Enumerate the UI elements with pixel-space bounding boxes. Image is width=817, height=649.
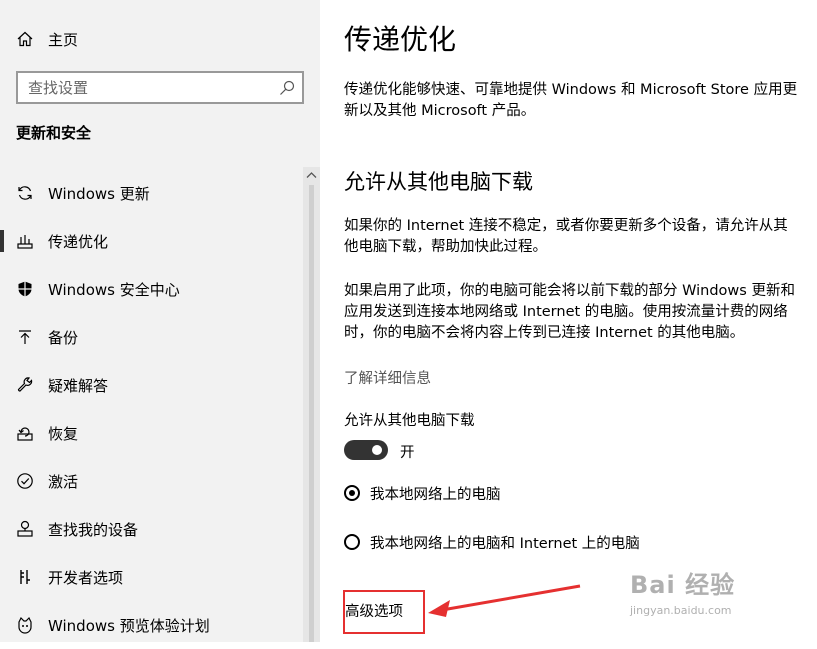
allow-downloads-toggle[interactable] bbox=[344, 440, 388, 460]
sidebar-item-label: 激活 bbox=[48, 472, 79, 491]
page-title: 传递优化 bbox=[344, 23, 457, 56]
sidebar-scrollbar[interactable] bbox=[303, 167, 320, 642]
sidebar-item-delivery-optimization[interactable]: 传递优化 bbox=[0, 217, 320, 265]
developer-icon bbox=[16, 568, 34, 586]
sidebar-nav: Windows 更新 传递优化 Windows 安全中心 备份 疑难解答 恢复 … bbox=[0, 169, 320, 649]
search-icon[interactable] bbox=[278, 79, 296, 97]
radio-label: 我本地网络上的电脑和 Internet 上的电脑 bbox=[370, 535, 640, 552]
sync-icon bbox=[16, 184, 34, 202]
learn-more-link[interactable]: 了解详细信息 bbox=[344, 367, 431, 388]
sidebar: 主页 更新和安全 Windows 更新 传递优化 Windows 安全中心 bbox=[0, 0, 320, 642]
section-title: 更新和安全 bbox=[16, 124, 92, 142]
sidebar-item-troubleshoot[interactable]: 疑难解答 bbox=[0, 361, 320, 409]
radio-label: 我本地网络上的电脑 bbox=[370, 486, 501, 503]
sidebar-item-label: 恢复 bbox=[48, 424, 79, 443]
intro-text: 传递优化能够快速、可靠地提供 Windows 和 Microsoft Store… bbox=[344, 82, 798, 119]
toggle-knob bbox=[372, 445, 382, 455]
radio-button[interactable] bbox=[344, 534, 360, 550]
sidebar-item-label: Windows 更新 bbox=[48, 184, 150, 203]
sidebar-item-recovery[interactable]: 恢复 bbox=[0, 409, 320, 457]
main-content: 传递优化 传递优化能够快速、可靠地提供 Windows 和 Microsoft … bbox=[320, 0, 817, 642]
sidebar-home[interactable]: 主页 bbox=[16, 27, 78, 51]
sidebar-item-label: 备份 bbox=[48, 328, 79, 347]
radio-button-selected[interactable] bbox=[344, 485, 360, 501]
sidebar-item-label: 疑难解答 bbox=[48, 376, 109, 395]
sidebar-item-label: 查找我的设备 bbox=[48, 520, 139, 539]
home-label: 主页 bbox=[48, 30, 79, 49]
search-input[interactable] bbox=[18, 73, 278, 102]
sidebar-item-label: Windows 安全中心 bbox=[48, 280, 180, 299]
recovery-icon bbox=[16, 424, 34, 442]
section-heading: 允许从其他电脑下载 bbox=[344, 170, 533, 194]
search-box[interactable] bbox=[16, 71, 304, 104]
scroll-up-arrow-icon[interactable] bbox=[306, 171, 317, 179]
radio-local-network[interactable]: 我本地网络上的电脑 bbox=[344, 483, 501, 503]
wrench-icon bbox=[16, 376, 34, 394]
sidebar-item-windows-security[interactable]: Windows 安全中心 bbox=[0, 265, 320, 313]
sidebar-item-label: 传递优化 bbox=[48, 232, 109, 251]
sidebar-item-windows-update[interactable]: Windows 更新 bbox=[0, 169, 320, 217]
find-device-icon bbox=[16, 520, 34, 538]
sidebar-item-developer-options[interactable]: 开发者选项 bbox=[0, 553, 320, 601]
watermark: Bai 经验 jingyan.baidu.com bbox=[630, 565, 735, 617]
toggle-label: 允许从其他电脑下载 bbox=[344, 413, 475, 429]
description-paragraph-2: 如果启用了此项，你的电脑可能会将以前下载的部分 Windows 更新和应用发送到… bbox=[344, 283, 795, 341]
shield-icon bbox=[16, 280, 34, 298]
delivery-optimization-icon bbox=[16, 232, 34, 250]
insider-icon bbox=[16, 616, 34, 634]
red-arrow-annotation bbox=[428, 584, 581, 617]
radio-local-and-internet[interactable]: 我本地网络上的电脑和 Internet 上的电脑 bbox=[344, 532, 640, 552]
check-circle-icon bbox=[16, 472, 34, 490]
advanced-options-link[interactable]: 高级选项 bbox=[345, 600, 403, 621]
advanced-options-highlight-box: 高级选项 bbox=[343, 590, 425, 634]
toggle-state-label: 开 bbox=[400, 445, 415, 461]
watermark-url: jingyan.baidu.com bbox=[630, 604, 732, 617]
backup-arrow-icon bbox=[16, 328, 34, 346]
sidebar-item-label: 开发者选项 bbox=[48, 568, 124, 587]
scrollbar-thumb[interactable] bbox=[309, 185, 314, 642]
sidebar-item-activation[interactable]: 激活 bbox=[0, 457, 320, 505]
watermark-logo: Bai 经验 bbox=[630, 571, 736, 599]
description-paragraph-1: 如果你的 Internet 连接不稳定，或者你要更新多个设备，请允许从其他电脑下… bbox=[344, 218, 788, 255]
sidebar-item-backup[interactable]: 备份 bbox=[0, 313, 320, 361]
sidebar-item-find-my-device[interactable]: 查找我的设备 bbox=[0, 505, 320, 553]
sidebar-item-label: Windows 预览体验计划 bbox=[48, 616, 210, 635]
home-icon bbox=[17, 31, 33, 47]
